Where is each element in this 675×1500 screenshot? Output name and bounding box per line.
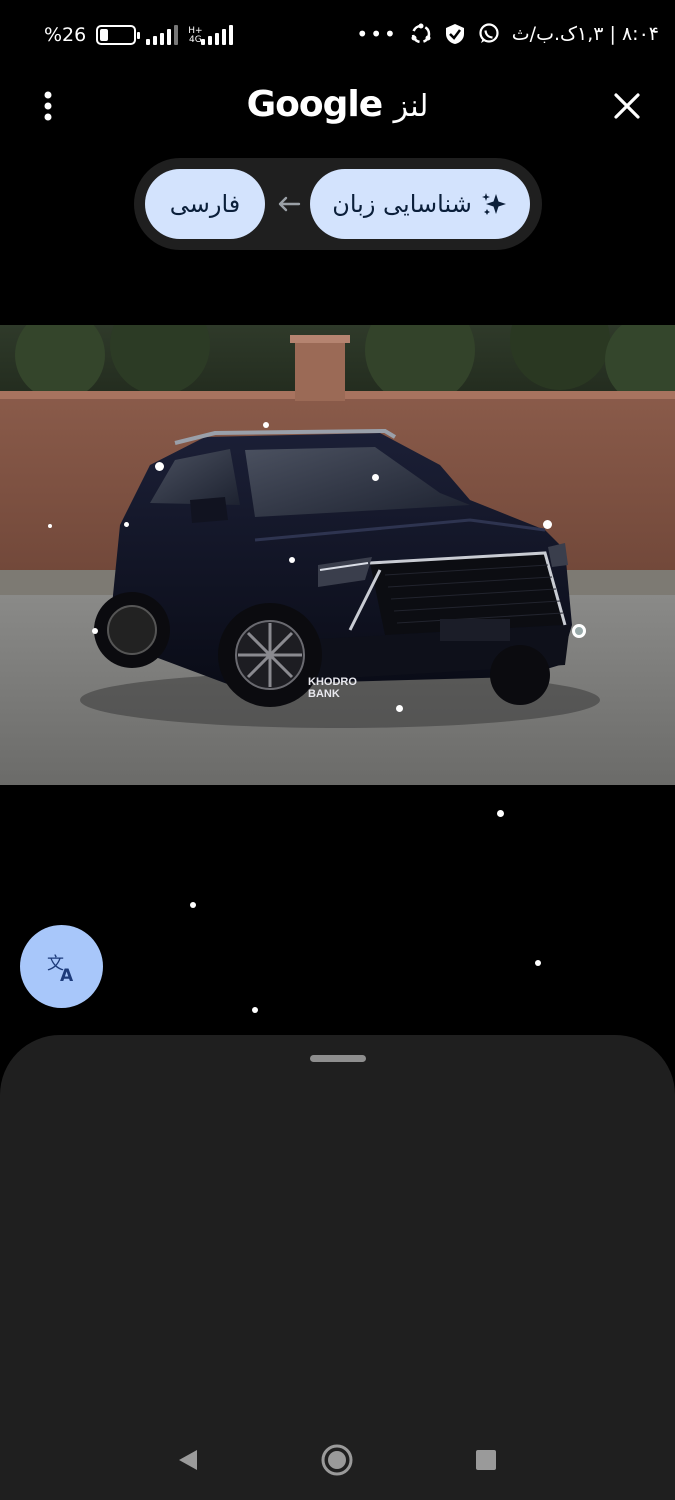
sparkle-dot <box>48 524 52 528</box>
sparkle-dot <box>263 422 269 428</box>
header: Google لنز <box>0 74 675 142</box>
home-button[interactable] <box>317 1440 357 1480</box>
signal-icon <box>146 25 179 45</box>
source-language-label: شناسایی زبان <box>332 190 472 218</box>
back-triangle-icon <box>179 1450 197 1470</box>
sparkle-dot <box>289 557 295 563</box>
status-time: ۸:۰۴ | ۱,۳ک.ب/ث <box>511 23 659 45</box>
sparkle-dot <box>396 705 403 712</box>
close-icon <box>614 93 640 119</box>
overflow-notifications: ••• <box>356 22 398 46</box>
battery-icon <box>96 25 141 45</box>
sparkle-dot <box>92 628 98 634</box>
title-brand: Google <box>246 84 384 125</box>
system-nav-bar <box>0 1420 675 1500</box>
svg-text:A: A <box>60 966 74 984</box>
whatsapp-icon <box>478 23 500 45</box>
recents-button[interactable] <box>466 1440 506 1480</box>
sync-icon <box>410 23 432 45</box>
recents-square-icon <box>476 1450 496 1470</box>
title-lens: لنز <box>393 89 430 124</box>
sparkle-dot <box>190 902 196 908</box>
sparkle-dot <box>155 462 164 471</box>
translate-icon: 文 A <box>47 954 74 984</box>
close-button[interactable] <box>607 86 647 126</box>
status-left: %26 H+ 4G <box>44 24 233 46</box>
sparkle-dot <box>372 474 379 481</box>
sheet-drag-handle[interactable] <box>310 1055 366 1062</box>
battery-fill <box>100 29 109 41</box>
sparkle-dot <box>535 960 541 966</box>
page-title: Google لنز <box>0 84 675 125</box>
target-language-chip[interactable]: فارسی <box>145 169 265 239</box>
status-bar: %26 H+ 4G ••• ۸:۰۴ | ۱,۳ک.ب/ث <box>0 0 675 74</box>
sparkle-dot <box>543 520 552 529</box>
battery-percent: %26 <box>44 24 87 46</box>
back-button[interactable] <box>168 1440 208 1480</box>
car-photo-image: KHODRO BANK <box>0 325 675 785</box>
signal-icon-2 <box>200 25 233 45</box>
watermark-line2: BANK <box>308 688 340 700</box>
translate-button[interactable]: 文 A <box>20 925 103 1008</box>
sparkle-dot <box>124 522 129 527</box>
language-selector: فارسی شناسایی زبان <box>134 158 542 250</box>
sparkle-dot <box>572 624 586 638</box>
home-circle-icon <box>321 1444 353 1476</box>
watermark-line1: KHODRO <box>308 676 357 688</box>
captured-photo[interactable]: KHODRO BANK <box>0 325 675 785</box>
source-language-chip[interactable]: شناسایی زبان <box>310 169 530 239</box>
sparkle-icon <box>481 193 506 215</box>
sparkle-dot <box>497 810 504 817</box>
shield-check-icon <box>444 23 466 45</box>
target-language-label: فارسی <box>169 190 241 218</box>
sparkle-dot <box>252 1007 258 1013</box>
status-right: ••• ۸:۰۴ | ۱,۳ک.ب/ث <box>356 22 659 46</box>
arrow-left-icon <box>274 184 304 224</box>
